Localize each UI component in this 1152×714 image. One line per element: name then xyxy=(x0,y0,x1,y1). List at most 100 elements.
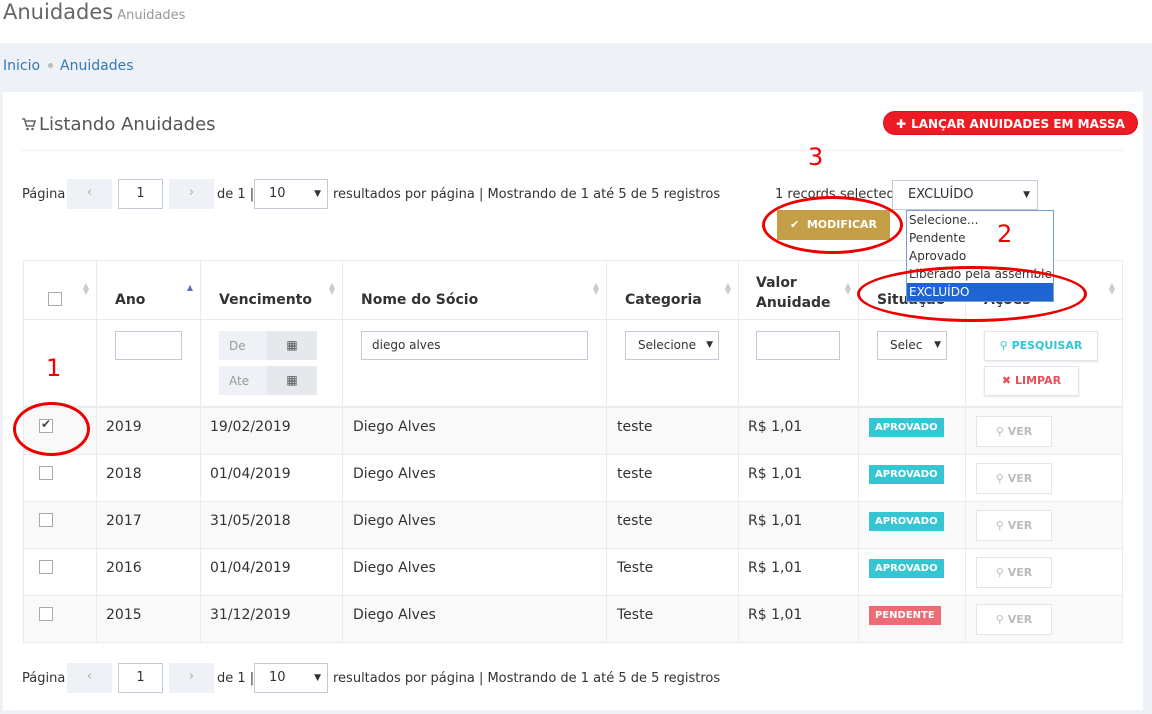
header-nome[interactable]: Nome do Sócio xyxy=(361,292,478,308)
cell-ano: 2019 xyxy=(106,419,142,435)
select-all-checkbox[interactable] xyxy=(48,292,62,306)
status-badge: APROVADO xyxy=(869,512,944,531)
cell-valor: R$ 1,01 xyxy=(748,419,803,435)
cell-categoria: Teste xyxy=(617,560,654,576)
sort-icon[interactable]: ▲▼ xyxy=(724,282,732,296)
lancar-anuidades-massa-button[interactable]: ✚ LANÇAR ANUIDADES EM MASSA xyxy=(883,111,1138,135)
pager-prev-button[interactable]: ‹ xyxy=(67,663,112,693)
calendar-icon[interactable]: ▦ xyxy=(267,366,317,395)
cell-categoria: Teste xyxy=(617,607,654,623)
close-icon: ✖ xyxy=(1001,374,1012,387)
cell-nome: Diego Alves xyxy=(353,466,436,482)
header-categoria[interactable]: Categoria xyxy=(625,292,702,308)
row-checkbox[interactable] xyxy=(39,513,53,527)
dropdown-option[interactable]: Aprovado xyxy=(907,247,1053,265)
ver-button[interactable]: ⚲ VER xyxy=(976,416,1052,447)
cell-valor: R$ 1,01 xyxy=(748,466,803,482)
limpar-button[interactable]: ✖ LIMPAR xyxy=(984,366,1079,396)
date-from-placeholder: De xyxy=(229,339,246,353)
cell-ano: 2017 xyxy=(106,513,142,529)
limpar-label: LIMPAR xyxy=(1014,374,1062,387)
ver-button[interactable]: ⚲ VER xyxy=(976,557,1052,588)
row-bg xyxy=(24,502,1122,548)
plus-icon: ✚ xyxy=(896,117,907,131)
search-icon: ⚲ xyxy=(995,566,1004,579)
cell-categoria: teste xyxy=(617,513,653,529)
sort-icon[interactable]: ▲▼ xyxy=(328,282,336,296)
filter-situacao-select[interactable]: Selec ▼ xyxy=(877,331,947,360)
filter-date-from[interactable]: De ▦ xyxy=(219,331,317,360)
pager-prev-button[interactable]: ‹ xyxy=(67,179,112,209)
dropdown-option[interactable]: Selecione... xyxy=(907,211,1053,229)
sort-icon[interactable]: ▲▼ xyxy=(844,282,852,296)
sort-asc-icon[interactable]: ▲ xyxy=(186,284,194,292)
row-divider xyxy=(24,454,1122,455)
cell-vencimento: 19/02/2019 xyxy=(210,419,291,435)
portlet-title-text: Listando Anuidades xyxy=(39,114,216,135)
per-page-value: 10 xyxy=(269,186,286,201)
filter-nome-input[interactable]: diego alves xyxy=(361,331,588,360)
row-divider xyxy=(24,406,1122,408)
sort-icon[interactable]: ▲▼ xyxy=(1108,282,1116,296)
ver-label: VER xyxy=(1007,425,1033,438)
page-title-text: Anuidades xyxy=(3,0,114,24)
filter-valor-input[interactable] xyxy=(756,331,840,360)
status-badge: APROVADO xyxy=(869,465,944,484)
breadcrumb: Inicio Anuidades xyxy=(3,58,134,74)
cell-categoria: teste xyxy=(617,419,653,435)
pager-page-input[interactable]: 1 xyxy=(118,179,163,209)
ver-label: VER xyxy=(1007,613,1033,626)
ver-label: VER xyxy=(1007,566,1033,579)
page-subtitle: Anuidades xyxy=(117,8,186,23)
breadcrumb-inicio[interactable]: Inicio xyxy=(3,58,40,74)
row-checkbox[interactable] xyxy=(39,560,53,574)
bulk-status-select[interactable]: EXCLUÍDO ▼ xyxy=(892,180,1038,210)
annotation-circle xyxy=(13,402,90,456)
search-icon: ⚲ xyxy=(999,339,1008,352)
header-ano[interactable]: Ano xyxy=(115,292,145,308)
chevron-down-icon: ▼ xyxy=(931,332,941,359)
filter-ano-input[interactable] xyxy=(115,331,182,360)
sort-icon[interactable]: ▲▼ xyxy=(82,282,90,296)
row-divider xyxy=(24,595,1122,596)
ver-button[interactable]: ⚲ VER xyxy=(976,604,1052,635)
search-icon: ⚲ xyxy=(995,472,1004,485)
sort-icon[interactable]: ▲▼ xyxy=(592,282,600,296)
cell-vencimento: 01/04/2019 xyxy=(210,466,291,482)
header-valor[interactable]: Valor Anuidade xyxy=(756,273,836,313)
per-page-value: 10 xyxy=(269,670,286,685)
header-vencimento[interactable]: Vencimento xyxy=(219,292,312,308)
row-checkbox[interactable] xyxy=(39,607,53,621)
situacao-select-value: Selec xyxy=(890,338,923,352)
ver-button[interactable]: ⚲ VER xyxy=(976,510,1052,541)
calendar-icon[interactable]: ▦ xyxy=(267,331,317,360)
dropdown-option[interactable]: Pendente xyxy=(907,229,1053,247)
categoria-select-value: Selecione xyxy=(638,338,696,352)
row-checkbox[interactable] xyxy=(39,466,53,480)
portlet-title: Listando Anuidades xyxy=(22,114,216,136)
breadcrumb-anuidades[interactable]: Anuidades xyxy=(60,58,133,74)
per-page-select[interactable]: 10 ▼ xyxy=(254,663,328,693)
chevron-down-icon: ▼ xyxy=(314,189,321,199)
filter-date-to[interactable]: Ate ▦ xyxy=(219,366,317,395)
cell-nome: Diego Alves xyxy=(353,607,436,623)
annotation-number: 1 xyxy=(46,354,62,382)
cell-vencimento: 01/04/2019 xyxy=(210,560,291,576)
pager-next-button[interactable]: › xyxy=(169,179,214,209)
pager-next-button[interactable]: › xyxy=(169,663,214,693)
annotation-circle xyxy=(762,196,903,254)
lancar-button-label: LANÇAR ANUIDADES EM MASSA xyxy=(911,117,1125,131)
ver-button[interactable]: ⚲ VER xyxy=(976,463,1052,494)
annotation-number: 3 xyxy=(808,143,824,171)
cell-vencimento: 31/12/2019 xyxy=(210,607,291,623)
cell-vencimento: 31/05/2018 xyxy=(210,513,291,529)
pesquisar-button[interactable]: ⚲ PESQUISAR xyxy=(984,331,1098,361)
chevron-down-icon: ▼ xyxy=(1023,190,1030,200)
ver-label: VER xyxy=(1007,519,1033,532)
bulk-status-value: EXCLUÍDO xyxy=(908,187,974,202)
cell-valor: R$ 1,01 xyxy=(748,513,803,529)
filter-categoria-select[interactable]: Selecione ▼ xyxy=(625,331,719,360)
per-page-select[interactable]: 10 ▼ xyxy=(254,179,328,209)
pager-page-input[interactable]: 1 xyxy=(118,663,163,693)
status-badge: APROVADO xyxy=(869,418,944,437)
